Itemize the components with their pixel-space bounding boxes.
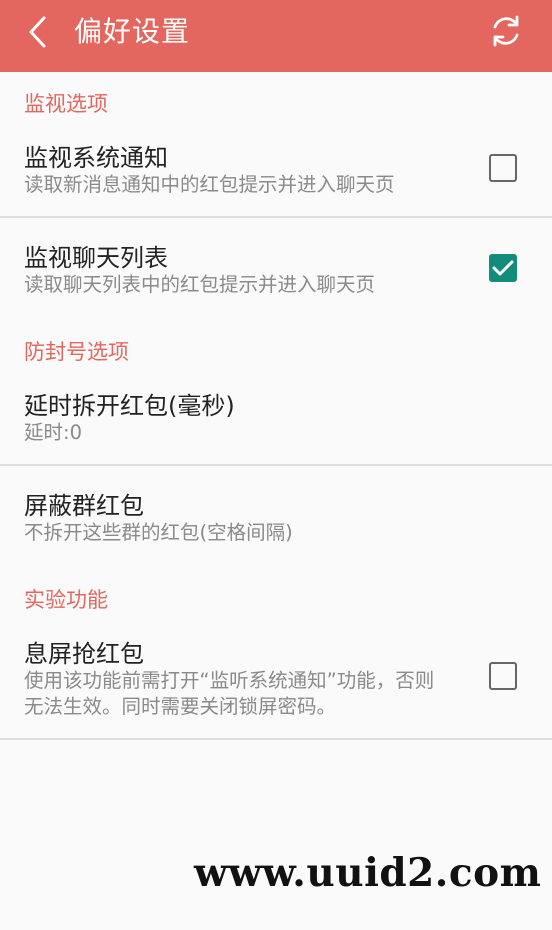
pref-block-groups[interactable]: 屏蔽群红包 不拆开这些群的红包(空格间隔) [0,474,552,564]
page-title: 偏好设置 [74,15,191,48]
pref-title: 息屏抢红包 [24,640,144,668]
divider [0,464,552,466]
pref-summary: 延时:0 [24,421,82,444]
screen-off-grab-checkbox[interactable] [489,662,517,690]
pref-title: 延时拆开红包(毫秒) [24,392,235,420]
checkmark-icon [492,260,514,276]
pref-title: 监视聊天列表 [24,244,168,272]
pref-title: 监视系统通知 [24,144,168,172]
refresh-button[interactable] [488,13,524,49]
category-anti-ban: 防封号选项 [24,340,129,364]
pref-summary: 不拆开这些群的红包(空格间隔) [24,521,293,544]
pref-summary-line2: 无法生效。同时需要关闭锁屏密码。 [24,695,337,718]
back-button[interactable] [20,12,56,52]
pref-delay-open[interactable]: 延时拆开红包(毫秒) 延时:0 [0,374,552,464]
monitor-notification-checkbox[interactable] [489,154,517,182]
monitor-chat-list-checkbox[interactable] [489,254,517,282]
category-experimental: 实验功能 [24,588,108,612]
pref-monitor-chat-list[interactable]: 监视聊天列表 读取聊天列表中的红包提示并进入聊天页 [0,226,552,316]
pref-summary-line1: 使用该功能前需打开“监听系统通知”功能，否则 [24,669,435,692]
pref-title: 屏蔽群红包 [24,492,144,520]
divider [0,216,552,218]
watermark: www.uuid2.com [194,850,542,896]
pref-summary: 读取新消息通知中的红包提示并进入聊天页 [24,173,395,196]
preferences-screen: 偏好设置 监视选项 监视系统通知 读取新消息通知中的红包提示并进入聊天页 监视聊… [0,0,552,930]
refresh-icon [493,15,519,47]
pref-summary: 读取聊天列表中的红包提示并进入聊天页 [24,273,376,296]
category-monitor: 监视选项 [24,92,108,116]
pref-monitor-notification[interactable]: 监视系统通知 读取新消息通知中的红包提示并进入聊天页 [0,126,552,216]
divider [0,738,552,740]
pref-screen-off-grab[interactable]: 息屏抢红包 使用该功能前需打开“监听系统通知”功能，否则 无法生效。同时需要关闭… [0,622,552,736]
chevron-left-icon [29,16,46,48]
toolbar: 偏好设置 [0,0,552,72]
